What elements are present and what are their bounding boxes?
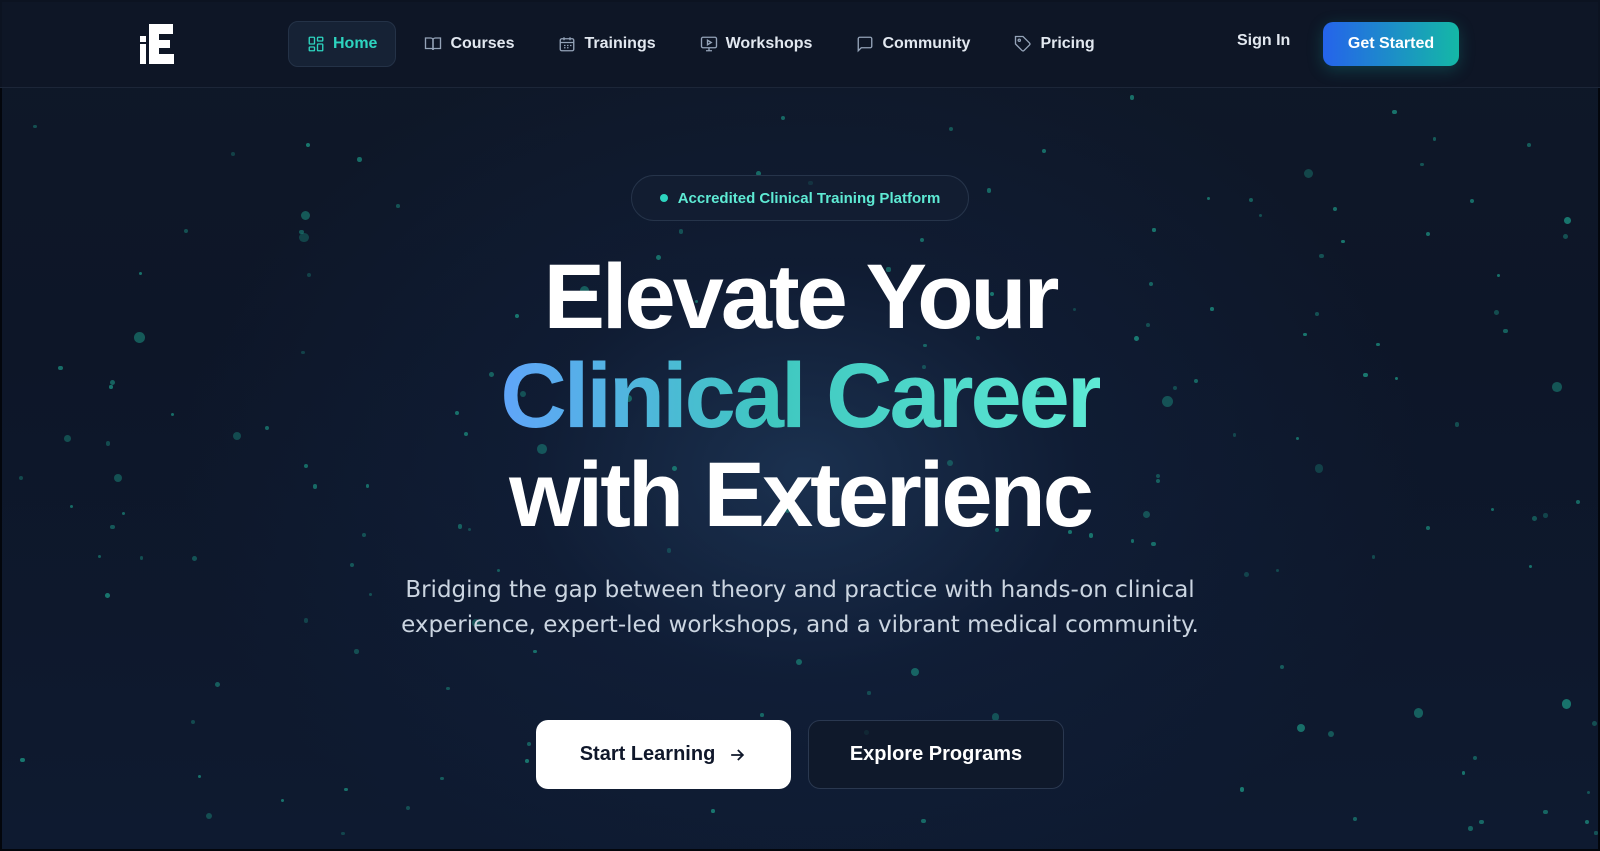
navbar: Home Courses Trainings Workshops Communi…	[0, 0, 1600, 88]
nav-label-home: Home	[333, 35, 378, 52]
nav-label-community: Community	[882, 35, 971, 52]
grid-icon	[308, 36, 324, 52]
start-learning-button[interactable]: Start Learning	[536, 720, 791, 789]
nav-item-home[interactable]: Home	[288, 21, 397, 67]
nav-item-courses[interactable]: Courses	[406, 21, 532, 67]
nav-item-community[interactable]: Community	[838, 21, 988, 67]
explore-programs-button[interactable]: Explore Programs	[808, 720, 1064, 789]
nav-label-pricing: Pricing	[1040, 35, 1095, 52]
exterience-logo-icon[interactable]	[139, 22, 177, 66]
main-nav: Home Courses Trainings Workshops Communi…	[288, 21, 1113, 67]
nav-item-trainings[interactable]: Trainings	[540, 21, 673, 67]
status-dot-icon	[659, 194, 668, 202]
get-started-button[interactable]: Get Started	[1323, 22, 1459, 66]
headline-line-3: with Exterienc	[509, 444, 1094, 546]
hero-subtitle: Bridging the gap between theory and prac…	[401, 577, 1199, 638]
arrow-right-icon	[731, 748, 745, 761]
nav-item-workshops[interactable]: Workshops	[682, 21, 831, 67]
tag-icon	[1015, 35, 1031, 52]
chat-bubble-icon	[858, 36, 873, 53]
headline-line-2: Clinical Career	[500, 345, 1102, 447]
nav-label-courses: Courses	[450, 35, 515, 52]
sign-in-link[interactable]: Sign In	[1237, 32, 1290, 50]
hero-headline: Elevate Your Clinical Career with Exteri…	[0, 248, 1600, 545]
accreditation-badge: Accredited Clinical Training Platform	[631, 175, 969, 221]
start-learning-label: Start Learning	[579, 743, 716, 765]
calendar-icon	[560, 37, 575, 52]
headline-line-1: Elevate Your	[543, 246, 1060, 348]
badge-text: Accredited Clinical Training Platform	[677, 189, 941, 207]
nav-item-pricing[interactable]: Pricing	[996, 21, 1112, 67]
nav-label-trainings: Trainings	[584, 35, 656, 52]
monitor-play-icon	[700, 36, 717, 52]
nav-label-workshops: Workshops	[725, 35, 813, 52]
book-icon	[425, 37, 442, 51]
